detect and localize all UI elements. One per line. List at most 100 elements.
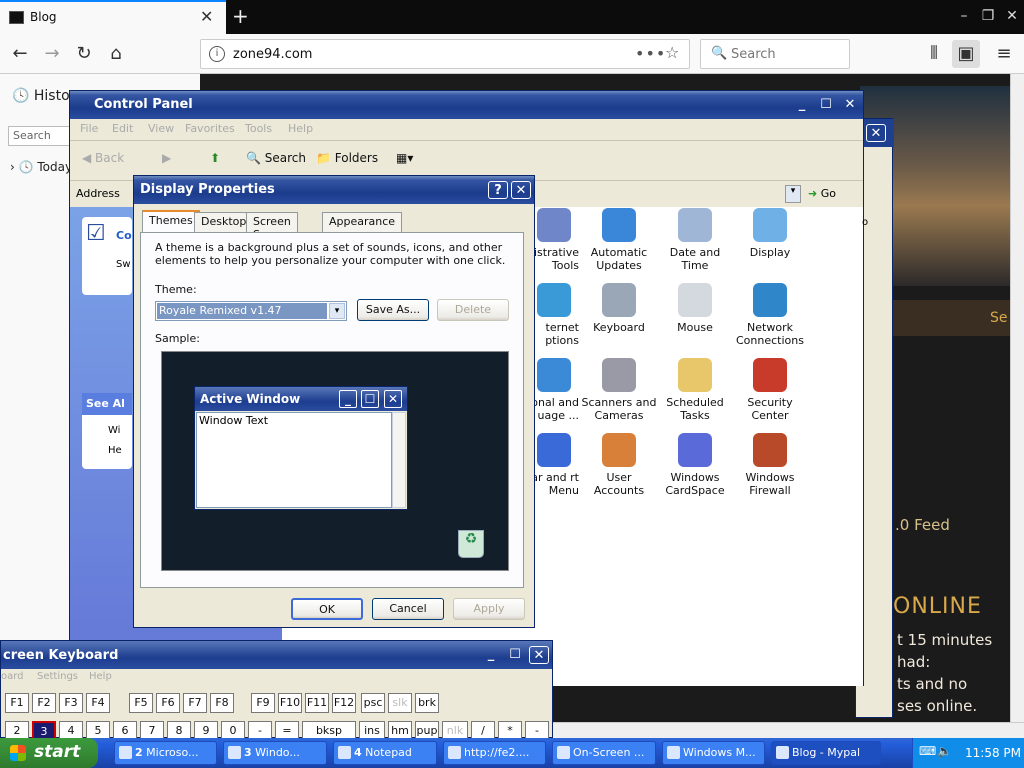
- home-icon[interactable]: ⌂: [102, 40, 130, 68]
- new-tab-icon[interactable]: +: [232, 4, 252, 28]
- cp-item-automatic-updates[interactable]: Automatic Updates: [580, 208, 658, 272]
- search-input[interactable]: 🔍 Search: [700, 39, 850, 69]
- apply-button[interactable]: Apply: [453, 598, 525, 620]
- back-icon[interactable]: ←: [6, 40, 34, 68]
- close-icon[interactable]: ✕: [866, 124, 886, 142]
- theme-select[interactable]: Royale Remixed v1.47 ▾: [155, 301, 347, 321]
- cp-item-user-accounts[interactable]: User Accounts: [580, 433, 658, 497]
- page-vertical-scrollbar[interactable]: [1010, 74, 1024, 722]
- up-folder-icon[interactable]: ⬆: [210, 151, 220, 165]
- sidebar-toggle-icon[interactable]: ▣: [952, 40, 980, 68]
- cp-item-scanners-cameras[interactable]: Scanners and Cameras: [580, 358, 658, 422]
- taskbar-button-0[interactable]: 2 Microso...: [114, 741, 217, 765]
- cp-item-windows-cardspace[interactable]: Windows CardSpace: [656, 433, 734, 497]
- cp-item-date-and-time[interactable]: Date and Time: [656, 208, 734, 272]
- osk-key-f8[interactable]: F8: [210, 693, 234, 713]
- osk-key-psc[interactable]: psc: [361, 693, 385, 713]
- address-dropdown-icon[interactable]: ▾: [785, 185, 801, 203]
- back-button[interactable]: ◀ Back: [82, 151, 124, 165]
- close-icon[interactable]: ✕: [529, 646, 549, 664]
- dialog-titlebar[interactable]: Display Properties ? ✕: [134, 176, 534, 204]
- taskbar-button-1[interactable]: 3 Windo...: [223, 741, 327, 765]
- taskbar-button-5[interactable]: Windows M...: [662, 741, 765, 765]
- taskbar-button-6[interactable]: Blog - Mypal: [771, 741, 881, 765]
- url-bar[interactable]: i zone94.com ••• ☆: [200, 39, 690, 69]
- folders-button[interactable]: 📁 Folders: [316, 151, 378, 165]
- maximize-icon[interactable]: ☐: [816, 96, 836, 114]
- taskbar-button-4[interactable]: On-Screen ...: [552, 741, 656, 765]
- switch-view-link[interactable]: Sw: [116, 259, 131, 270]
- osk-key-f10[interactable]: F10: [278, 693, 302, 713]
- library-icon[interactable]: ⫴: [920, 40, 948, 68]
- osk-key-brk[interactable]: brk: [415, 693, 439, 713]
- osk-key-f9[interactable]: F9: [251, 693, 275, 713]
- tray-keyboard-icon[interactable]: ⌨: [919, 744, 936, 758]
- bookmark-star-icon[interactable]: ☆: [665, 43, 679, 62]
- menu-tools[interactable]: Tools: [245, 122, 272, 135]
- control-panel-titlebar[interactable]: Control Panel _ ☐ ✕: [70, 91, 863, 119]
- chevron-down-icon[interactable]: ▾: [329, 303, 345, 319]
- page-actions-icon[interactable]: •••: [635, 44, 666, 63]
- forward-icon[interactable]: →: [38, 40, 66, 68]
- forward-icon[interactable]: ▶: [162, 151, 171, 165]
- osk-titlebar[interactable]: creen Keyboard _ ☐ ✕: [1, 641, 552, 669]
- close-icon[interactable]: ✕: [840, 96, 860, 114]
- menu-edit[interactable]: Edit: [112, 122, 133, 135]
- menu-favorites[interactable]: Favorites: [185, 122, 235, 135]
- menu-file[interactable]: File: [80, 122, 98, 135]
- cp-item-keyboard[interactable]: Keyboard: [580, 283, 658, 334]
- tray-volume-icon[interactable]: 🔈: [937, 744, 952, 758]
- cancel-button[interactable]: Cancel: [372, 598, 444, 620]
- search-button[interactable]: 🔍 Search: [246, 151, 306, 165]
- ok-button[interactable]: OK: [291, 598, 363, 620]
- start-button[interactable]: start: [0, 738, 98, 768]
- osk-menu-keyboard[interactable]: oard: [1, 671, 24, 682]
- cp-item-network-connections[interactable]: Network Connections: [731, 283, 809, 347]
- restore-icon[interactable]: ❐: [976, 4, 1000, 28]
- osk-key-f3[interactable]: F3: [59, 693, 83, 713]
- tab-appearance[interactable]: Appearance: [322, 212, 403, 232]
- osk-menu-help[interactable]: Help: [89, 671, 112, 682]
- cp-item-display[interactable]: Display: [731, 208, 809, 259]
- menu-help[interactable]: Help: [288, 122, 313, 135]
- views-icon[interactable]: ▦▾: [396, 151, 413, 165]
- save-as-button[interactable]: Save As...: [357, 299, 429, 321]
- cp-item-mouse[interactable]: Mouse: [656, 283, 734, 334]
- osk-key-f6[interactable]: F6: [156, 693, 180, 713]
- taskbar-button-3[interactable]: http://fe2....: [443, 741, 546, 765]
- osk-key-f1[interactable]: F1: [5, 693, 29, 713]
- menu-view[interactable]: View: [148, 122, 174, 135]
- tab-desktop[interactable]: Desktop: [194, 212, 254, 232]
- tab-screen-saver[interactable]: Screen Saver: [246, 212, 298, 241]
- minimize-icon[interactable]: –: [952, 4, 976, 28]
- osk-key-f12[interactable]: F12: [332, 693, 356, 713]
- osk-menu-settings[interactable]: Settings: [37, 671, 78, 682]
- sidebar-search-input[interactable]: Search: [8, 126, 72, 146]
- tab-close-icon[interactable]: ✕: [200, 7, 213, 26]
- taskbar-button-2[interactable]: 4 Notepad: [333, 741, 437, 765]
- browser-tab[interactable]: Blog ✕: [0, 0, 226, 34]
- windows-update-link[interactable]: Wi: [108, 425, 120, 436]
- help-icon[interactable]: ?: [488, 181, 508, 199]
- minimize-icon[interactable]: _: [481, 646, 501, 664]
- close-icon[interactable]: ✕: [1000, 4, 1024, 28]
- reload-icon[interactable]: ↻: [70, 40, 98, 68]
- sidebar-today-item[interactable]: › 🕓 Today: [10, 160, 72, 174]
- go-button[interactable]: ➜ Go: [808, 187, 836, 200]
- osk-key-f5[interactable]: F5: [129, 693, 153, 713]
- help-support-link[interactable]: He: [108, 445, 122, 456]
- osk-key-f11[interactable]: F11: [305, 693, 329, 713]
- menu-icon[interactable]: ≡: [990, 40, 1018, 68]
- maximize-icon[interactable]: ☐: [505, 646, 525, 664]
- delete-button[interactable]: Delete: [437, 299, 509, 321]
- osk-key-slk[interactable]: slk: [388, 693, 412, 713]
- close-icon[interactable]: ✕: [511, 181, 531, 199]
- minimize-icon[interactable]: _: [792, 96, 812, 114]
- osk-key-f7[interactable]: F7: [183, 693, 207, 713]
- cp-item-windows-firewall[interactable]: Windows Firewall: [731, 433, 809, 497]
- cp-item-scheduled-tasks[interactable]: Scheduled Tasks: [656, 358, 734, 422]
- tab-themes[interactable]: Themes: [142, 210, 200, 234]
- osk-key-f4[interactable]: F4: [86, 693, 110, 713]
- osk-key-f2[interactable]: F2: [32, 693, 56, 713]
- site-info-icon[interactable]: i: [209, 46, 225, 62]
